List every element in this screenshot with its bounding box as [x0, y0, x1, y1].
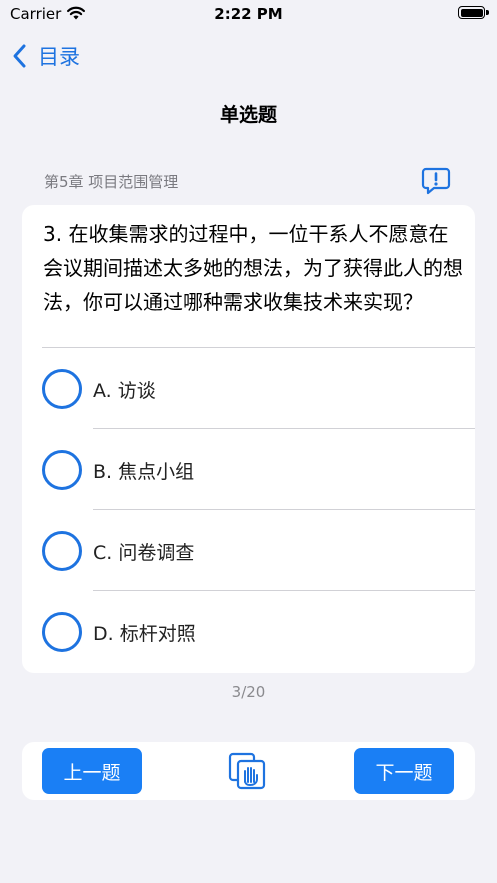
- radio-button[interactable]: [42, 612, 82, 652]
- option-a[interactable]: A. 访谈: [22, 348, 475, 429]
- previous-question-button[interactable]: 上一题: [42, 748, 142, 794]
- option-c[interactable]: C. 问卷调查: [22, 510, 475, 591]
- option-label: A. 访谈: [93, 380, 156, 402]
- progress-indicator: 3/20: [231, 683, 266, 701]
- chapter-label: 第5章 项目范围管理: [44, 173, 179, 191]
- option-label: B. 焦点小组: [93, 461, 195, 483]
- question-text: 3. 在收集需求的过程中，一位干系人不愿意在会议期间描述太多她的想法，为了获得此…: [43, 222, 463, 314]
- radio-button[interactable]: [42, 531, 82, 571]
- feedback-icon: [421, 167, 451, 195]
- radio-button[interactable]: [42, 369, 82, 409]
- next-question-button[interactable]: 下一题: [354, 748, 454, 794]
- back-button[interactable]: 目录: [10, 40, 80, 72]
- back-label: 目录: [38, 45, 80, 69]
- option-d[interactable]: D. 标杆对照: [22, 591, 475, 672]
- clock: 2:22 PM: [214, 5, 283, 23]
- bottom-toolbar: 上一题 下一题: [22, 742, 475, 800]
- chevron-left-icon: [13, 44, 26, 68]
- battery-icon: [458, 6, 489, 19]
- question-card: 3. 在收集需求的过程中，一位干系人不愿意在会议期间描述太多她的想法，为了获得此…: [22, 205, 475, 673]
- radio-button[interactable]: [42, 450, 82, 490]
- answer-card-button[interactable]: [227, 751, 269, 791]
- status-bar: Carrier 2:22 PM: [0, 0, 497, 30]
- cards-hand-icon: [228, 752, 266, 790]
- page-title: 单选题: [219, 104, 277, 126]
- option-b[interactable]: B. 焦点小组: [22, 429, 475, 510]
- option-label: C. 问卷调查: [93, 542, 195, 564]
- report-issue-button[interactable]: [420, 166, 452, 196]
- option-label: D. 标杆对照: [93, 623, 196, 645]
